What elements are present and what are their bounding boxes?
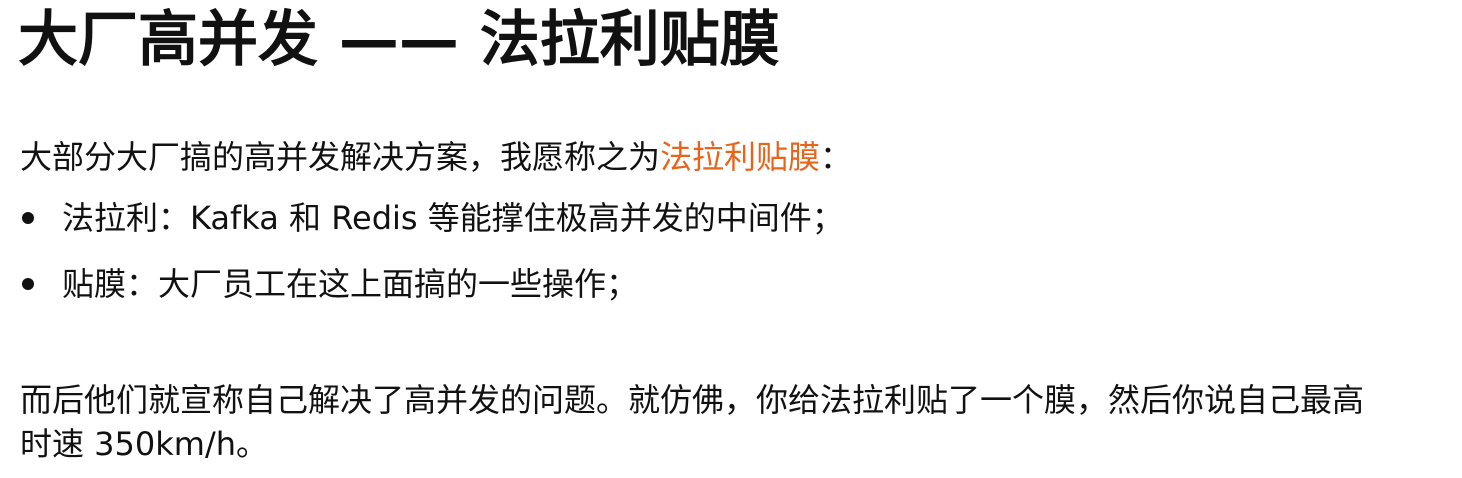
- bullet-text: 贴膜：大厂员工在这上面搞的一些操作；: [62, 265, 639, 303]
- slide-page: 大厂高并发 —— 法拉利贴膜 大部分大厂搞的高并发解决方案，我愿称之为法拉利贴膜…: [0, 0, 1462, 478]
- intro-highlight: 法拉利贴膜: [660, 138, 821, 176]
- conclusion-line-2: 时速 350km/h。: [20, 425, 269, 463]
- bullet-dot-icon: [22, 212, 34, 224]
- bullet-text: 法拉利：Kafka 和 Redis 等能撑住极高并发的中间件；: [62, 199, 844, 237]
- intro-paragraph: 大部分大厂搞的高并发解决方案，我愿称之为法拉利贴膜：: [20, 135, 852, 179]
- intro-suffix: ：: [820, 138, 853, 176]
- bullet-list: 法拉利：Kafka 和 Redis 等能撑住极高并发的中间件； 贴膜：大厂员工在…: [20, 196, 844, 328]
- conclusion-paragraph: 而后他们就宣称自己解决了高并发的问题。就仿佛，你给法拉利贴了一个膜，然后你说自己…: [20, 378, 1452, 466]
- conclusion-line-1: 而后他们就宣称自己解决了高并发的问题。就仿佛，你给法拉利贴了一个膜，然后你说自己…: [20, 381, 1365, 419]
- bullet-item-film: 贴膜：大厂员工在这上面搞的一些操作；: [20, 262, 844, 306]
- bullet-dot-icon: [22, 278, 34, 290]
- page-title: 大厂高并发 —— 法拉利贴膜: [18, 5, 780, 75]
- bullet-item-ferrari: 法拉利：Kafka 和 Redis 等能撑住极高并发的中间件；: [20, 196, 844, 240]
- intro-prefix: 大部分大厂搞的高并发解决方案，我愿称之为: [20, 138, 661, 176]
